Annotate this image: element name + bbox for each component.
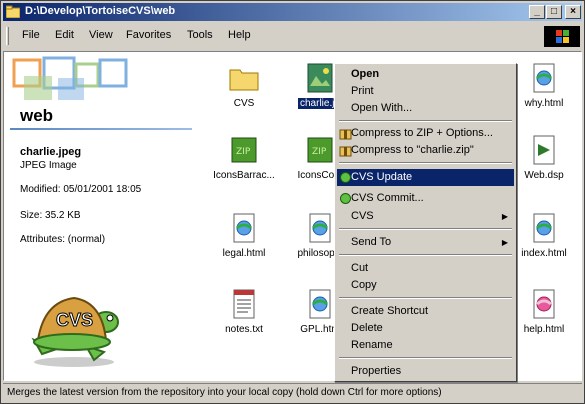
submenu-arrow-icon: ▶ (501, 212, 508, 221)
ctx-send-to[interactable]: Send To ▶ (337, 234, 514, 251)
toolbar-grip[interactable] (6, 27, 9, 45)
selected-file-size: Size: 35.2 KB (20, 210, 81, 221)
menu-file[interactable]: File (22, 29, 40, 41)
folder-title: web (20, 106, 54, 125)
ctx-cvs-submenu[interactable]: CVS ▶ (337, 208, 514, 225)
menu-separator (339, 120, 512, 122)
file-label: IconsBarrac... (213, 170, 275, 181)
menu-separator (339, 297, 512, 299)
dsp-icon (533, 135, 555, 165)
cvs-update-icon (340, 172, 351, 183)
folder-icon (229, 69, 259, 91)
html-icon (533, 213, 555, 243)
ctx-compress-zip[interactable]: Compress to "charlie.zip" (337, 142, 514, 159)
ctx-label: CVS Update (351, 171, 413, 183)
menu-tools[interactable]: Tools (187, 29, 213, 41)
menu-edit[interactable]: Edit (55, 29, 74, 41)
menu-help[interactable]: Help (228, 29, 251, 41)
window-title: D:\Develop\TortoiseCVS\web (25, 5, 176, 17)
ctx-open-with[interactable]: Open With... (337, 100, 514, 117)
ctx-rename[interactable]: Rename (337, 337, 514, 354)
ctx-label: Compress to "charlie.zip" (351, 144, 474, 156)
ctx-compress-options[interactable]: Compress to ZIP + Options... (337, 125, 514, 142)
ctx-delete[interactable]: Delete (337, 320, 514, 337)
context-menu: Open Print Open With... Compress to ZIP … (334, 63, 517, 382)
zip-icon: ZIP (307, 137, 333, 163)
menu-favorites[interactable]: Favorites (126, 29, 171, 41)
maximize-button[interactable]: □ (546, 5, 562, 19)
close-button[interactable]: × (565, 5, 581, 19)
html-icon (309, 289, 331, 319)
folder-header-art-icon (12, 56, 128, 100)
zip-archive-icon (339, 129, 352, 140)
web-view-info-pane: web charlie.jpeg JPEG Image Modified: 05… (4, 52, 194, 380)
html-icon (533, 289, 555, 319)
explorer-window: D:\Develop\TortoiseCVS\web _ □ × File Ed… (0, 0, 585, 404)
zip-archive-icon (339, 146, 352, 157)
selected-file-modified: Modified: 05/01/2001 18:05 (20, 184, 142, 195)
ctx-copy[interactable]: Copy (337, 277, 514, 294)
menu-bar: File Edit View Favorites Tools Help (3, 25, 582, 47)
file-iconsbarrac[interactable]: ZIP IconsBarrac... (204, 134, 284, 194)
text-file-icon (233, 289, 255, 319)
html-icon (533, 63, 555, 93)
ctx-cvs-update[interactable]: CVS Update (337, 169, 514, 186)
ctx-open[interactable]: Open (337, 66, 514, 83)
selected-file-attributes: Attributes: (normal) (20, 234, 106, 245)
tortoise-mascot-icon: CVS (24, 280, 124, 370)
ctx-create-shortcut[interactable]: Create Shortcut (337, 303, 514, 320)
file-notes-txt[interactable]: notes.txt (204, 288, 284, 348)
zip-icon: ZIP (231, 137, 257, 163)
menu-separator (339, 357, 512, 359)
svg-text:ZIP: ZIP (236, 147, 251, 157)
menu-separator (339, 162, 512, 164)
ctx-cut[interactable]: Cut (337, 260, 514, 277)
title-divider (10, 128, 192, 130)
ctx-cvs-commit[interactable]: CVS Commit... (337, 190, 514, 207)
menu-view[interactable]: View (89, 29, 113, 41)
folder-icon (6, 5, 20, 18)
selected-file-name: charlie.jpeg (20, 146, 82, 158)
html-icon (233, 213, 255, 243)
cvs-commit-icon (340, 193, 351, 204)
title-bar[interactable]: D:\Develop\TortoiseCVS\web _ □ × (3, 3, 582, 21)
html-icon (309, 213, 331, 243)
jpeg-image-icon (307, 63, 333, 93)
minimize-button[interactable]: _ (529, 5, 545, 19)
menu-separator (339, 228, 512, 230)
menu-separator (339, 254, 512, 256)
svg-text:ZIP: ZIP (312, 147, 327, 157)
ctx-print[interactable]: Print (337, 83, 514, 100)
ctx-properties[interactable]: Properties (337, 363, 514, 380)
ctx-label: Compress to ZIP + Options... (351, 127, 493, 139)
selected-file-type: JPEG Image (20, 160, 77, 171)
status-text: Merges the latest version from the repos… (7, 387, 442, 398)
mascot-label: CVS (55, 310, 94, 331)
file-label: CVS (233, 98, 255, 109)
file-label: notes.txt (225, 324, 263, 335)
file-legal-html[interactable]: legal.html (204, 212, 284, 272)
file-label: legal.html (222, 248, 266, 259)
ctx-label: CVS Commit... (351, 192, 424, 204)
ctx-label: Send To (351, 236, 392, 248)
status-bar: Merges the latest version from the repos… (3, 383, 582, 402)
file-cvs[interactable]: CVS (204, 62, 284, 122)
ctx-label: CVS (351, 210, 374, 222)
windows-logo-icon (544, 26, 580, 47)
submenu-arrow-icon: ▶ (501, 238, 508, 247)
